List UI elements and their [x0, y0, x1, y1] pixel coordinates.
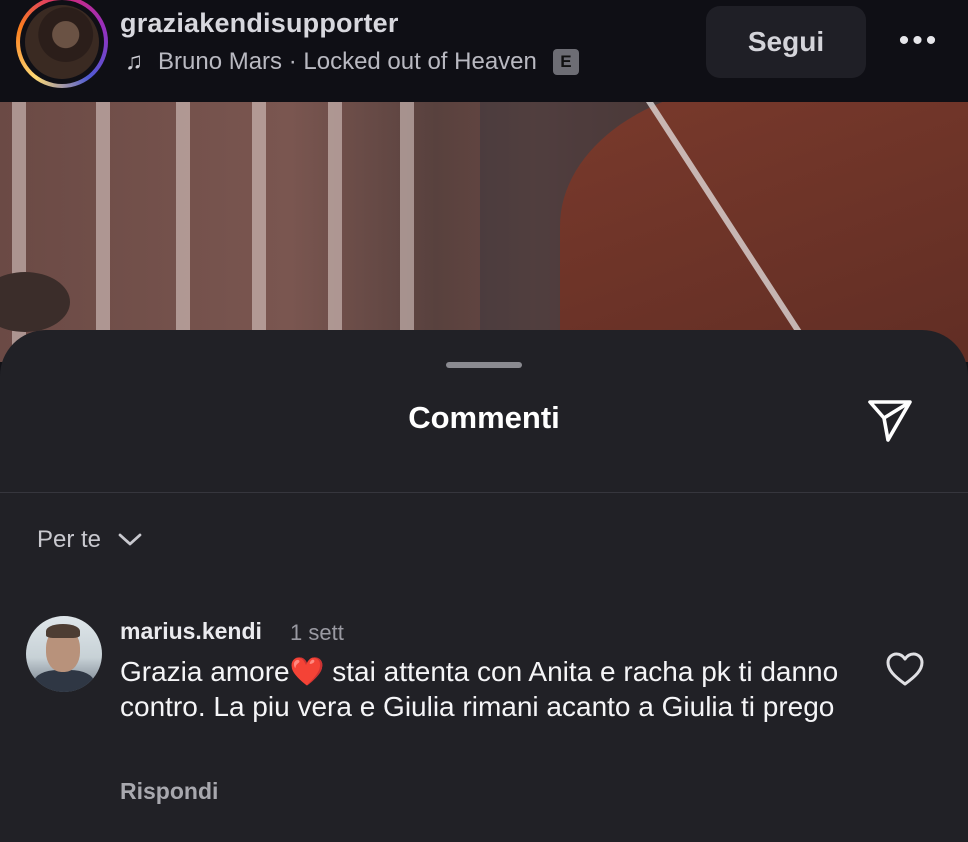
divider: [0, 492, 968, 493]
follow-button[interactable]: Segui: [706, 6, 866, 78]
reply-button[interactable]: Rispondi: [120, 778, 218, 805]
sheet-drag-handle[interactable]: [446, 362, 522, 368]
song-title: Bruno Mars · Locked out of Heaven: [158, 48, 537, 75]
more-options-icon[interactable]: •••: [894, 26, 944, 56]
heart-like-icon[interactable]: [884, 650, 926, 688]
story-avatar[interactable]: [16, 0, 108, 88]
sort-label: Per te: [37, 526, 102, 553]
share-send-icon[interactable]: [864, 394, 916, 446]
chevron-down-icon: [118, 533, 142, 546]
comment-sort-dropdown[interactable]: Per te: [37, 526, 143, 554]
commenter-avatar[interactable]: [26, 616, 102, 692]
comment-timestamp: 1 sett: [290, 620, 344, 645]
post-header: graziakendisupporter ♫ Bruno Mars · Lock…: [0, 0, 968, 102]
explicit-badge: E: [552, 49, 579, 75]
heart-emoji: ❤️: [289, 656, 325, 687]
music-note-icon: ♫: [125, 48, 143, 75]
avatar-image: [25, 5, 99, 79]
comment-text: Grazia amore❤️ stai attenta con Anita e …: [120, 656, 839, 722]
music-attribution[interactable]: ♫ Bruno Mars · Locked out of Heaven E: [120, 48, 579, 76]
comments-sheet: Commenti Per te marius.kendi 1 sett Graz…: [0, 330, 968, 842]
commenter-username[interactable]: marius.kendi: [120, 618, 262, 645]
reel-video[interactable]: [0, 102, 968, 362]
account-username[interactable]: graziakendisupporter: [120, 8, 399, 39]
sheet-title: Commenti: [408, 400, 560, 435]
